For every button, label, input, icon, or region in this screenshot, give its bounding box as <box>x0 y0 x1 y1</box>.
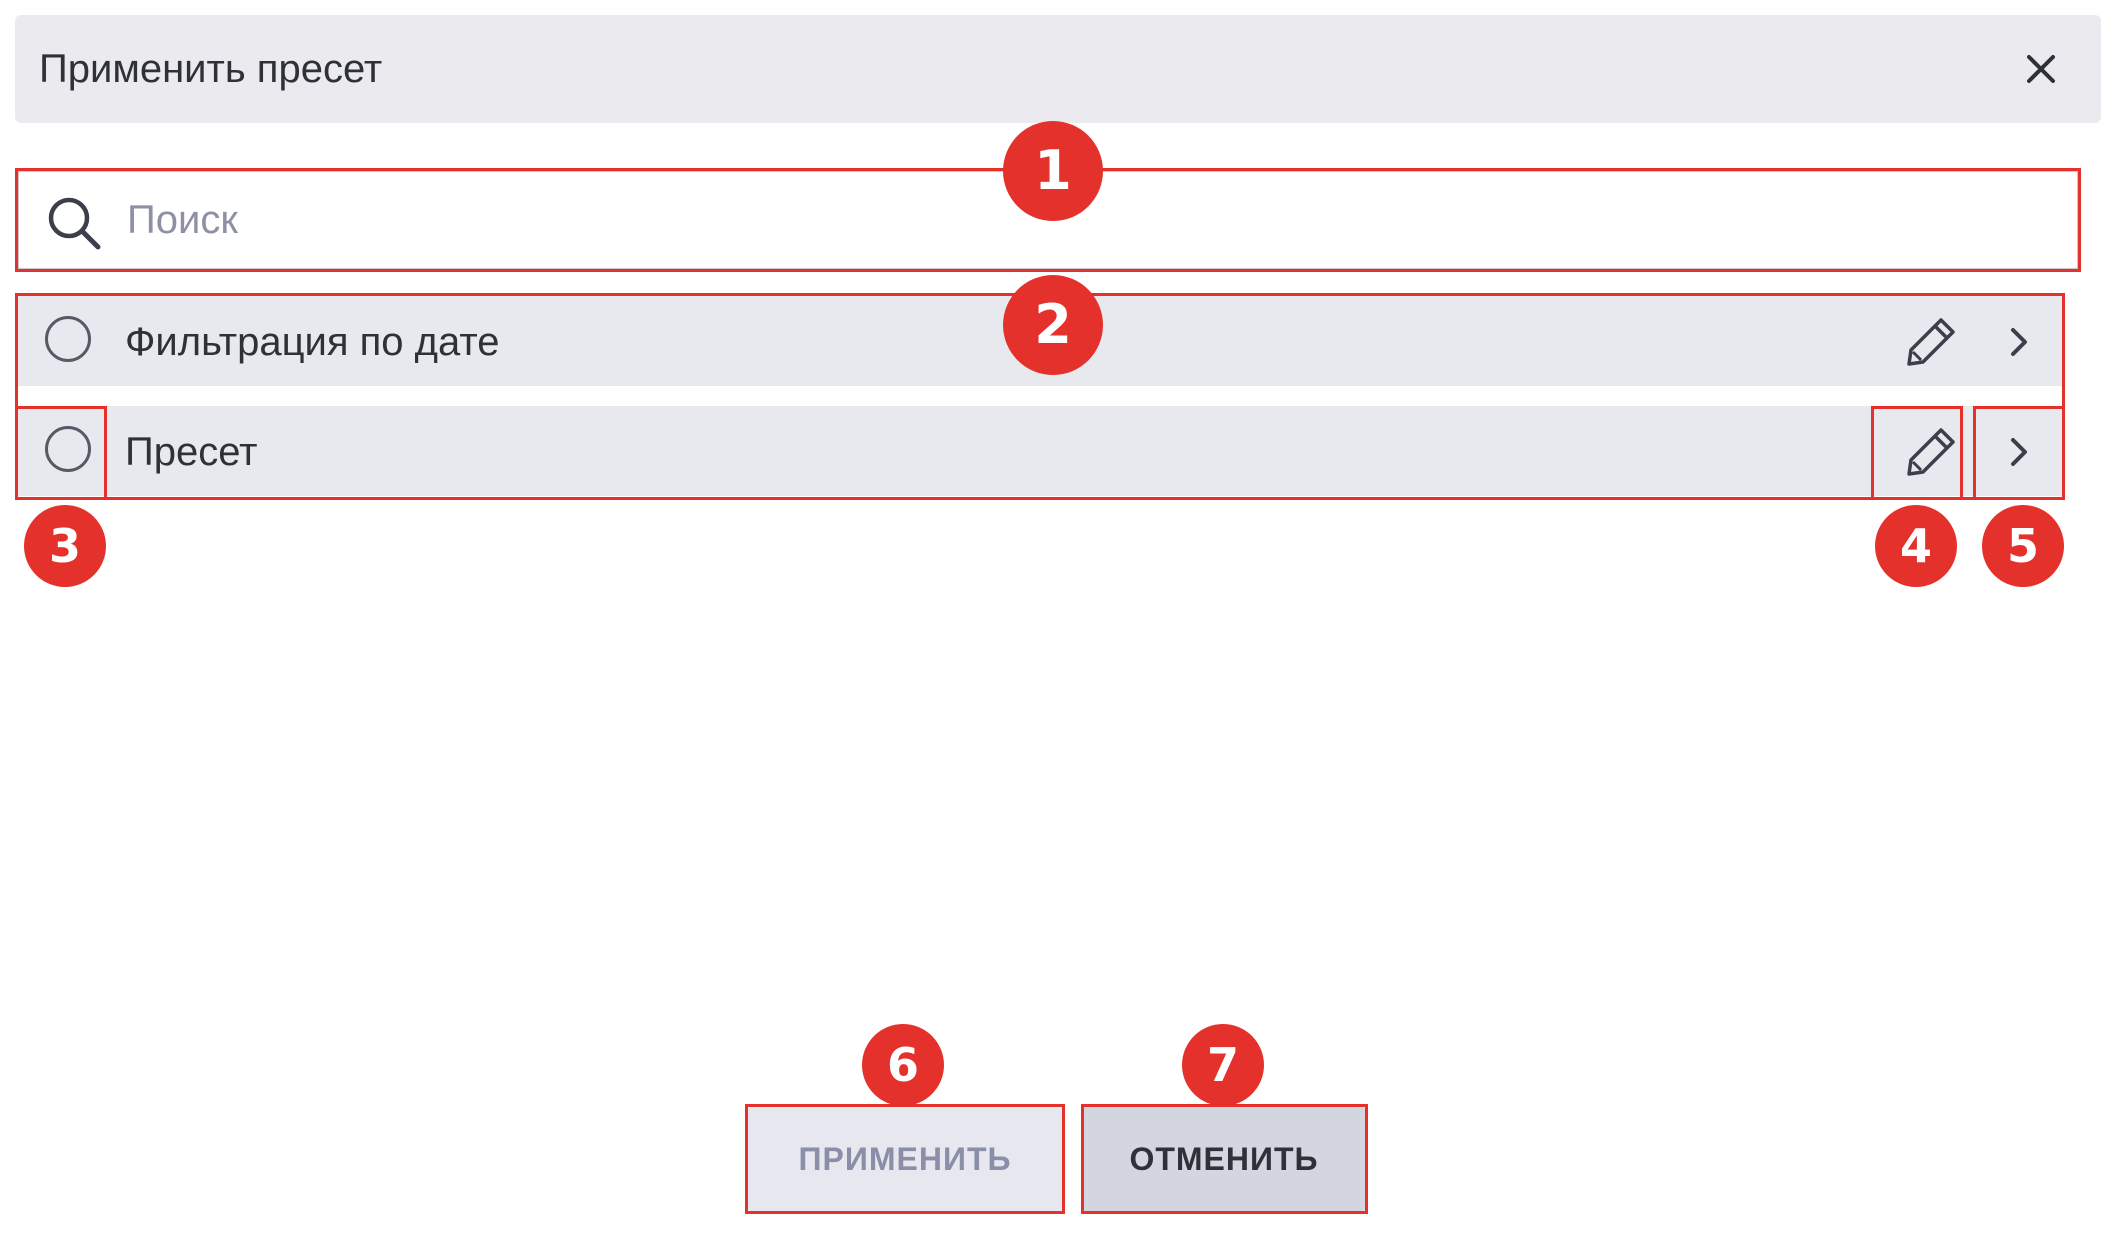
callout-badge-3: 3 <box>24 505 106 587</box>
pencil-icon[interactable] <box>1903 314 1959 370</box>
callout-badge-7: 7 <box>1182 1024 1264 1106</box>
pencil-icon[interactable] <box>1903 424 1959 480</box>
preset-label: Пресет <box>125 430 258 474</box>
search-icon <box>48 197 101 250</box>
search-field[interactable] <box>17 170 2079 270</box>
apply-button[interactable]: ПРИМЕНИТЬ <box>748 1107 1062 1211</box>
close-icon[interactable] <box>2021 49 2061 89</box>
callout-badge-4: 4 <box>1875 505 1957 587</box>
preset-radio-button[interactable] <box>45 426 91 472</box>
cancel-button[interactable]: ОТМЕНИТЬ <box>1083 1107 1365 1211</box>
callout-badge-5: 5 <box>1982 505 2064 587</box>
preset-row[interactable]: Фильтрация по дате <box>17 296 2063 386</box>
dialog-header: Применить пресет <box>15 15 2101 123</box>
chevron-right-icon[interactable] <box>1999 432 2039 472</box>
preset-radio-button[interactable] <box>45 316 91 362</box>
chevron-right-icon[interactable] <box>1999 322 2039 362</box>
callout-badge-6: 6 <box>862 1024 944 1106</box>
preset-row[interactable]: Пресет <box>17 406 2063 496</box>
search-input[interactable] <box>127 190 2027 250</box>
dialog-title: Применить пресет <box>39 47 383 91</box>
preset-label: Фильтрация по дате <box>125 320 500 364</box>
